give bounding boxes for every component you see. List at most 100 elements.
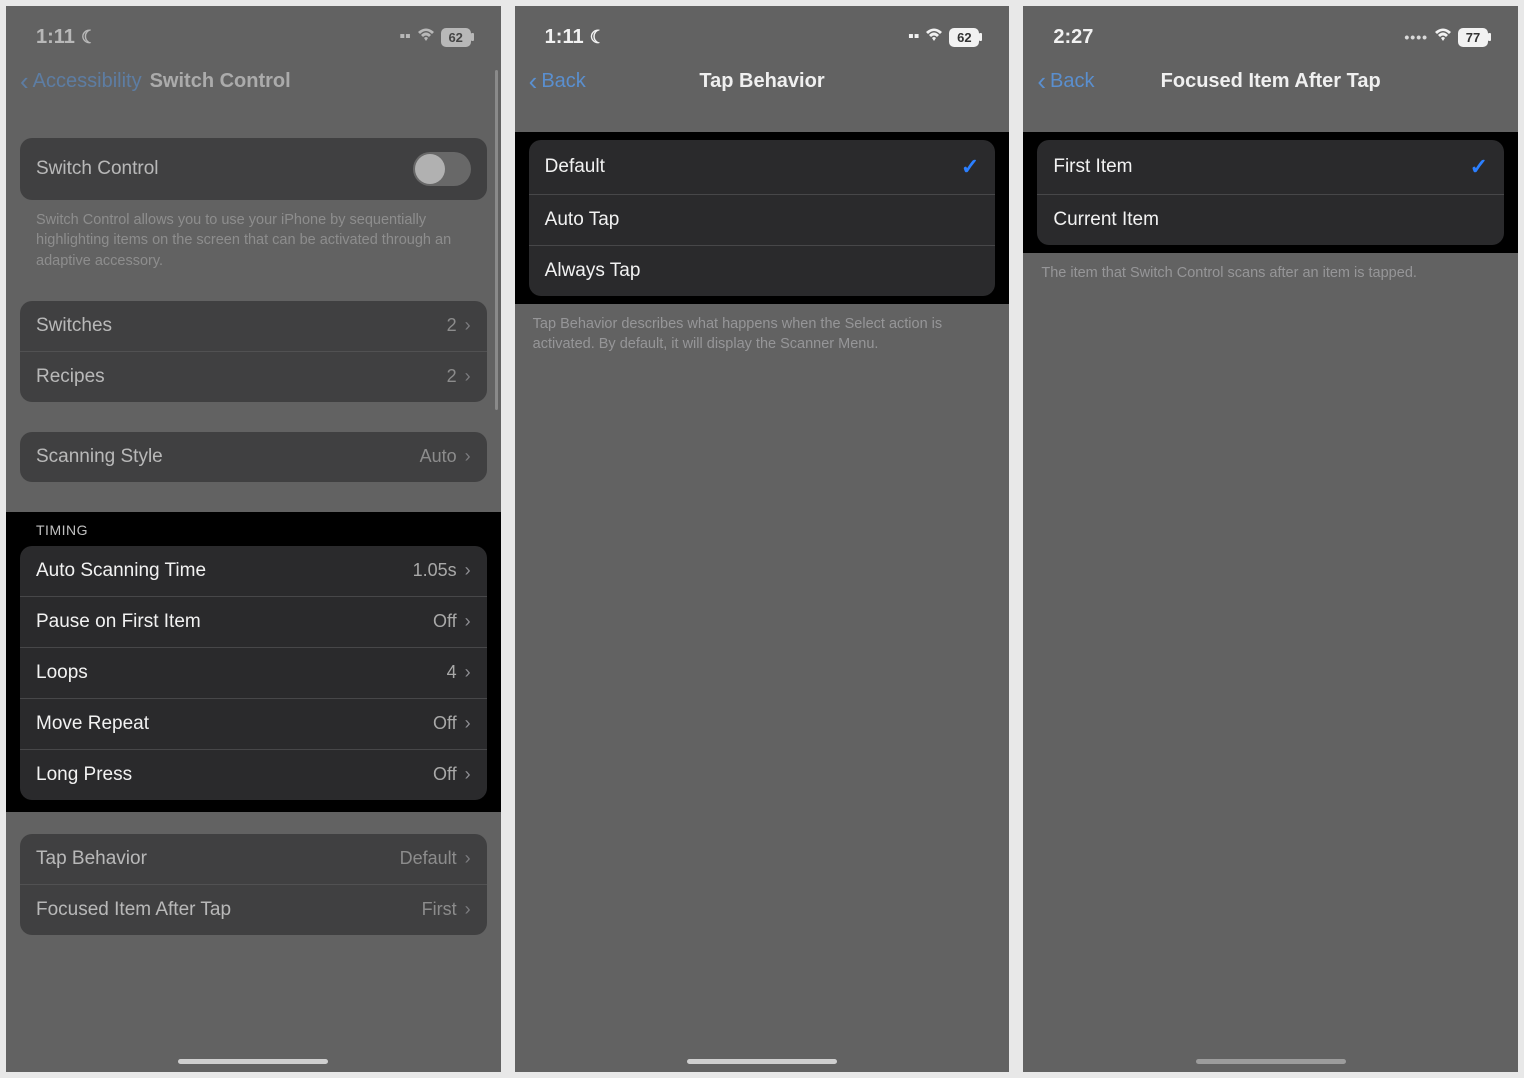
options-highlight: Default ✓ Auto Tap Always Tap: [515, 132, 1010, 304]
timing-section-highlight: TIMING Auto Scanning Time 1.05s › Pause …: [6, 512, 501, 812]
row-value: First: [422, 899, 457, 920]
screenshot-tap-behavior: 1:11 ☾ ▪▪ 62 ‹ Back Tap Behavior Default…: [515, 6, 1010, 1072]
back-label: Accessibility: [33, 70, 142, 93]
status-bar: 1:11 ☾ ▪▪ 62: [6, 6, 501, 58]
do-not-disturb-icon: ☾: [590, 27, 606, 48]
status-bar: 2:27 •••• 77: [1023, 6, 1518, 58]
row-label: Recipes: [36, 366, 447, 388]
content: Default ✓ Auto Tap Always Tap Tap Behavi…: [515, 112, 1010, 1072]
content: First Item ✓ Current Item The item that …: [1023, 112, 1518, 1072]
wifi-icon: [417, 28, 435, 47]
chevron-right-icon: ›: [465, 848, 471, 869]
chevron-left-icon: ‹: [1037, 68, 1046, 94]
row-always-tap[interactable]: Always Tap: [529, 246, 996, 296]
row-switches[interactable]: Switches 2 ›: [20, 301, 487, 352]
battery-indicator: 62: [949, 28, 979, 47]
back-label: Back: [1050, 70, 1094, 93]
nav-bar: ‹ Back Focused Item After Tap: [1023, 58, 1518, 112]
row-move-repeat[interactable]: Move Repeat Off ›: [20, 699, 487, 750]
content: Switch Control Switch Control allows you…: [6, 112, 501, 1072]
nav-title: Switch Control: [150, 70, 291, 93]
nav-bar: ‹ Accessibility Switch Control: [6, 58, 501, 112]
screenshot-switch-control: 1:11 ☾ ▪▪ 62 ‹ Accessibility Switch Cont…: [6, 6, 501, 1072]
row-scanning-style[interactable]: Scanning Style Auto ›: [20, 432, 487, 482]
cellular-signal-icon: ▪▪: [908, 28, 919, 46]
row-auto-tap[interactable]: Auto Tap: [529, 195, 996, 246]
row-pause-first-item[interactable]: Pause on First Item Off ›: [20, 597, 487, 648]
status-time: 1:11: [36, 26, 75, 49]
nav-bar: ‹ Back Tap Behavior: [515, 58, 1010, 112]
row-value: 1.05s: [413, 560, 457, 581]
group-switch-control: Switch Control Switch Control allows you…: [20, 138, 487, 271]
home-indicator[interactable]: [1196, 1059, 1346, 1064]
row-long-press[interactable]: Long Press Off ›: [20, 750, 487, 800]
row-first-item[interactable]: First Item ✓: [1037, 140, 1504, 195]
row-label: Long Press: [36, 764, 433, 786]
row-value: Off: [433, 611, 457, 632]
chevron-left-icon: ‹: [529, 68, 538, 94]
row-label: Focused Item After Tap: [36, 899, 422, 921]
row-loops[interactable]: Loops 4 ›: [20, 648, 487, 699]
row-current-item[interactable]: Current Item: [1037, 195, 1504, 245]
chevron-right-icon: ›: [465, 315, 471, 336]
checkmark-icon: ✓: [961, 154, 979, 180]
options-highlight: First Item ✓ Current Item: [1023, 132, 1518, 253]
nav-title: Focused Item After Tap: [1023, 70, 1518, 93]
row-label: Loops: [36, 662, 447, 684]
row-value: Off: [433, 764, 457, 785]
footer-text: Tap Behavior describes what happens when…: [533, 314, 992, 355]
toggle-knob: [415, 154, 445, 184]
description-text: Switch Control allows you to use your iP…: [20, 200, 487, 271]
chevron-right-icon: ›: [465, 560, 471, 581]
chevron-right-icon: ›: [465, 764, 471, 785]
chevron-right-icon: ›: [465, 446, 471, 467]
row-focused-item-after-tap[interactable]: Focused Item After Tap First ›: [20, 885, 487, 935]
back-label: Back: [541, 70, 585, 93]
chevron-right-icon: ›: [465, 662, 471, 683]
status-bar: 1:11 ☾ ▪▪ 62: [515, 6, 1010, 58]
wifi-icon: [925, 28, 943, 47]
row-label: Scanning Style: [36, 446, 420, 468]
row-value: 4: [447, 662, 457, 683]
row-label: Current Item: [1053, 209, 1488, 231]
screenshot-focused-item: 2:27 •••• 77 ‹ Back Focused Item After T…: [1023, 6, 1518, 1072]
row-auto-scanning-time[interactable]: Auto Scanning Time 1.05s ›: [20, 546, 487, 597]
chevron-right-icon: ›: [465, 713, 471, 734]
row-default[interactable]: Default ✓: [529, 140, 996, 195]
back-button[interactable]: ‹ Back: [1037, 68, 1094, 94]
home-indicator[interactable]: [178, 1059, 328, 1064]
chevron-right-icon: ›: [465, 611, 471, 632]
cellular-signal-icon: ••••: [1404, 29, 1428, 45]
row-value: Off: [433, 713, 457, 734]
row-label: Tap Behavior: [36, 848, 400, 870]
row-label: Default: [545, 156, 961, 178]
footer-text: The item that Switch Control scans after…: [1041, 263, 1500, 283]
row-label: Switches: [36, 315, 447, 337]
row-label: Auto Tap: [545, 209, 980, 231]
row-label: First Item: [1053, 156, 1469, 178]
row-value: Auto: [420, 446, 457, 467]
row-label: Move Repeat: [36, 713, 433, 735]
nav-title: Tap Behavior: [515, 70, 1010, 93]
home-indicator[interactable]: [687, 1059, 837, 1064]
row-switch-control-toggle[interactable]: Switch Control: [20, 138, 487, 200]
row-recipes[interactable]: Recipes 2 ›: [20, 352, 487, 402]
back-button[interactable]: ‹ Accessibility: [20, 68, 142, 94]
toggle-switch[interactable]: [413, 152, 471, 186]
chevron-left-icon: ‹: [20, 68, 29, 94]
row-label: Always Tap: [545, 260, 980, 282]
battery-indicator: 77: [1458, 28, 1488, 47]
row-label: Pause on First Item: [36, 611, 433, 633]
group-tap-focused: Tap Behavior Default › Focused Item Afte…: [20, 834, 487, 935]
battery-indicator: 62: [441, 28, 471, 47]
row-label: Switch Control: [36, 158, 413, 180]
row-value: 2: [447, 366, 457, 387]
row-label: Auto Scanning Time: [36, 560, 413, 582]
group-header-timing: TIMING: [36, 522, 471, 538]
status-time: 1:11: [545, 26, 584, 49]
row-tap-behavior[interactable]: Tap Behavior Default ›: [20, 834, 487, 885]
back-button[interactable]: ‹ Back: [529, 68, 586, 94]
checkmark-icon: ✓: [1470, 154, 1488, 180]
chevron-right-icon: ›: [465, 899, 471, 920]
row-value: Default: [400, 848, 457, 869]
